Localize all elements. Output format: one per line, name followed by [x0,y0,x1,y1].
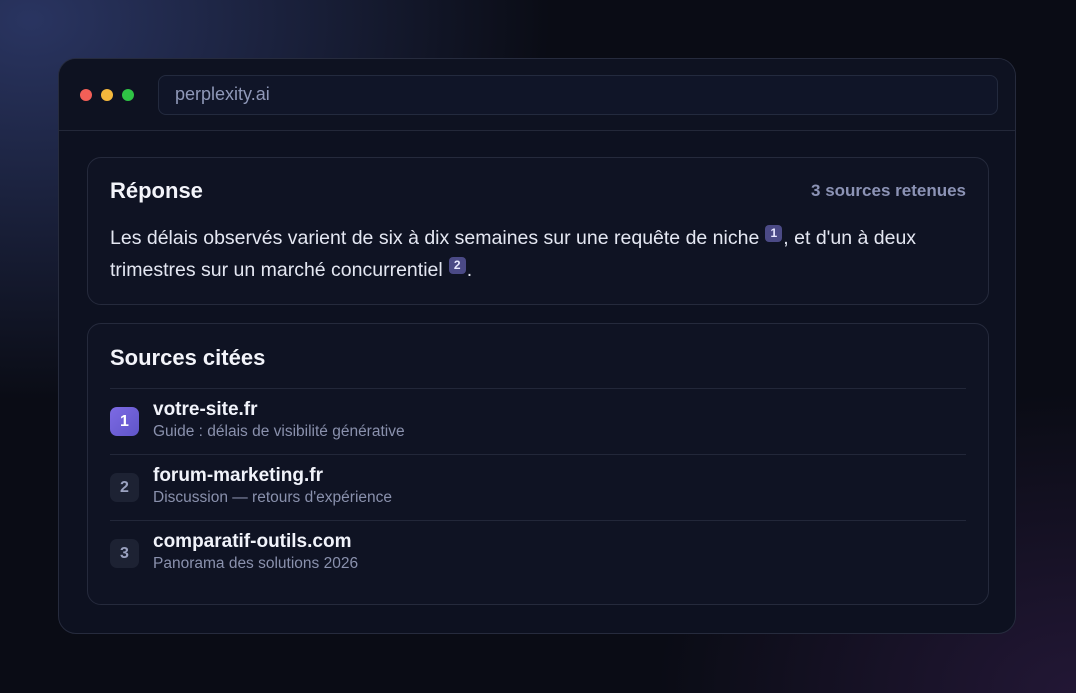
sources-card: Sources citées 1 votre-site.fr Guide : d… [87,323,989,605]
citation-badge-1[interactable]: 1 [765,225,783,242]
source-domain[interactable]: forum-marketing.fr [153,464,392,488]
address-bar[interactable]: perplexity.ai [158,74,998,115]
close-window-button[interactable] [80,88,92,101]
citation-badge-2[interactable]: 2 [448,257,466,274]
maximize-window-button[interactable] [122,88,134,101]
source-item-1[interactable]: 1 votre-site.fr Guide : délais de visibi… [110,388,966,454]
source-description: Guide : délais de visibilité générative [153,422,405,440]
browser-titlebar: perplexity.ai [59,59,1015,131]
source-domain[interactable]: comparatif-outils.com [153,530,358,554]
source-domain[interactable]: votre-site.fr [153,398,405,422]
answer-text: Les délais observés varient de six à dix… [110,222,970,286]
sources-title: Sources citées [110,345,266,370]
address-bar-url: perplexity.ai [175,84,270,104]
answer-text-part: . [466,259,473,281]
answer-text-part: Les délais observés varient de six à dix… [110,227,760,249]
source-number-badge: 2 [110,473,139,502]
browser-window: perplexity.ai Réponse 3 sources retenues… [58,58,1016,634]
source-item-3[interactable]: 3 comparatif-outils.com Panorama des sol… [110,520,966,586]
source-number-badge: 3 [110,539,139,568]
source-number-badge: 1 [110,407,139,436]
answer-card: Réponse 3 sources retenues Les délais ob… [87,157,989,305]
answer-title: Réponse [110,178,203,203]
source-description: Panorama des solutions 2026 [153,554,359,572]
sources-count-label: 3 sources retenues [811,181,966,200]
source-item-2[interactable]: 2 forum-marketing.fr Discussion — retour… [110,454,966,520]
source-description: Discussion — retours d'expérience [153,488,393,506]
minimize-window-button[interactable] [101,88,113,101]
